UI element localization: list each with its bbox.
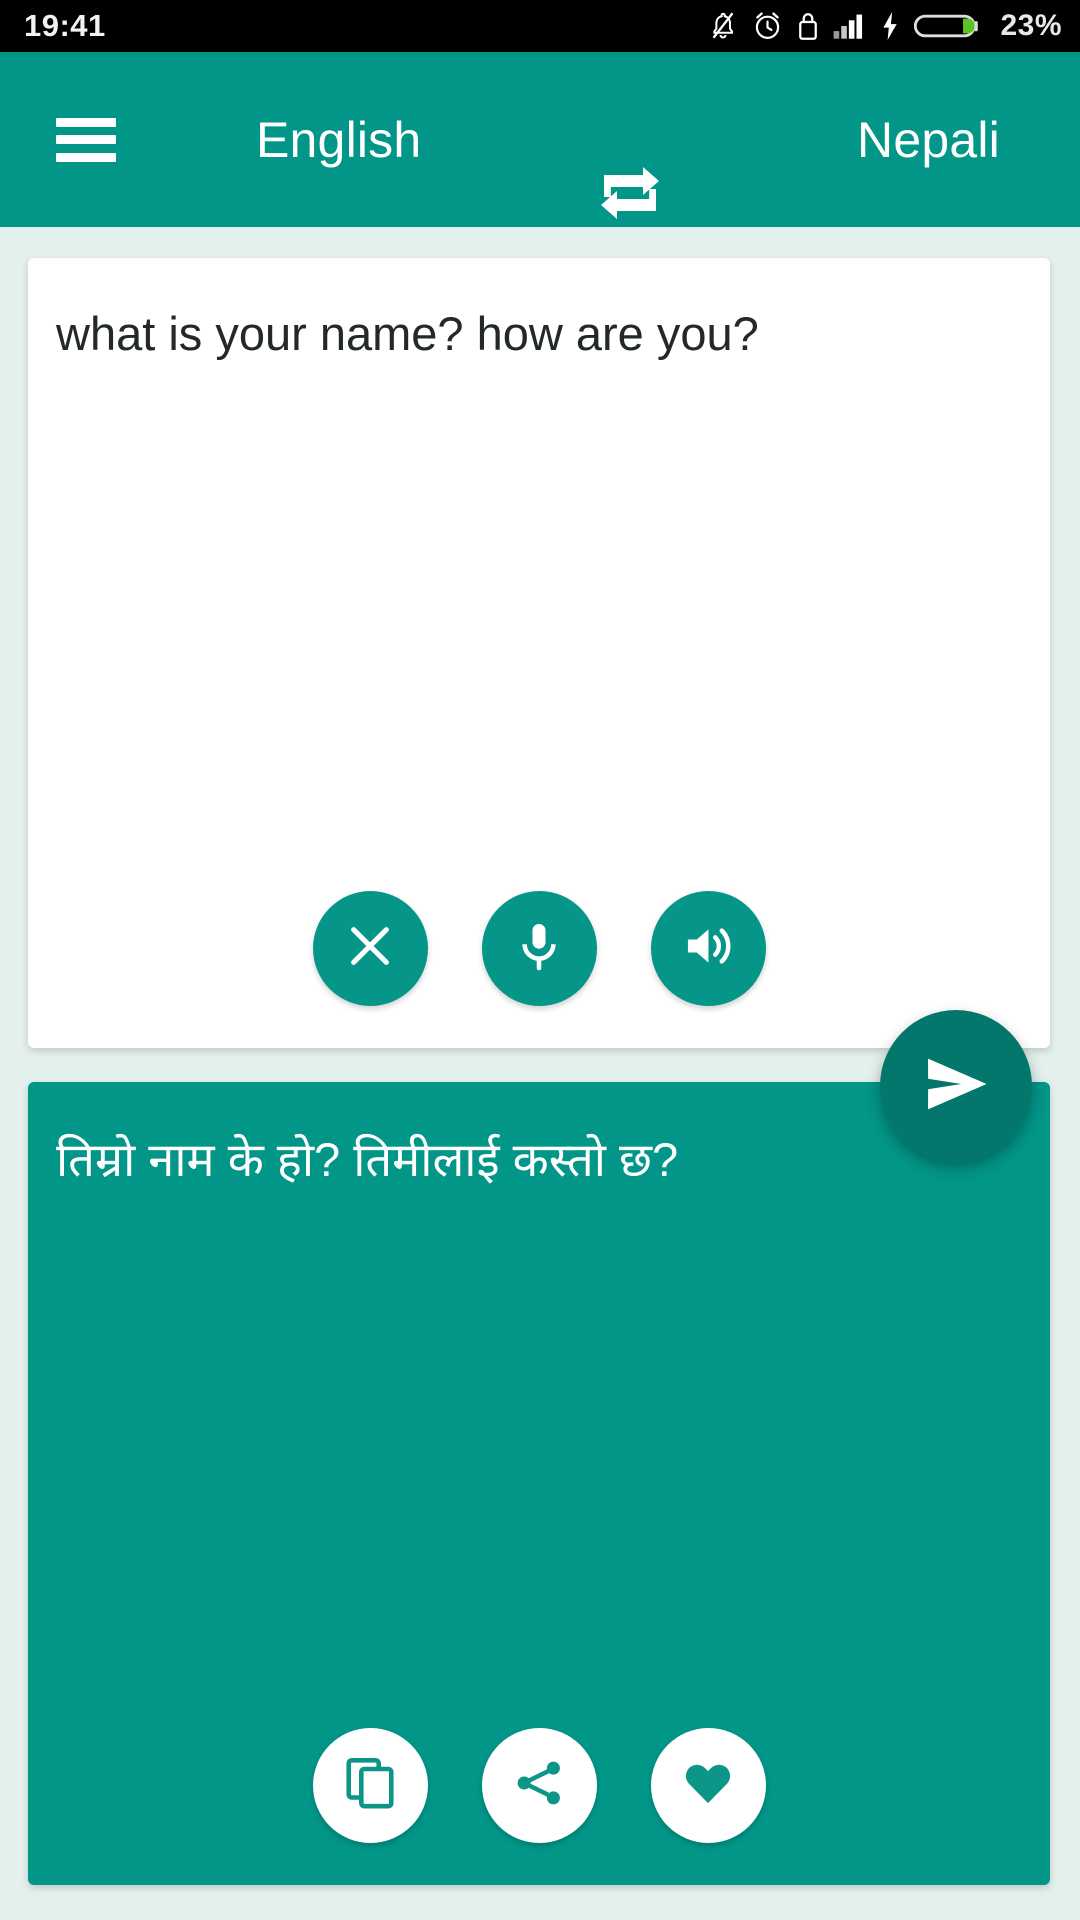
microphone-icon bbox=[512, 919, 566, 978]
share-icon bbox=[512, 1756, 566, 1815]
translated-text: तिम्रो नाम के हो? तिमीलाई कस्तो छ? bbox=[56, 1133, 679, 1186]
charging-bolt-icon bbox=[880, 10, 900, 42]
volume-up-icon bbox=[680, 918, 736, 979]
status-icons: 23% bbox=[708, 9, 1062, 43]
hamburger-bar bbox=[56, 117, 116, 127]
heart-icon bbox=[680, 1755, 736, 1816]
output-card: तिम्रो नाम के हो? तिमीलाई कस्तो छ? bbox=[28, 1082, 1050, 1885]
hamburger-bar bbox=[56, 152, 116, 162]
app-bar: English Nepali bbox=[0, 52, 1080, 227]
output-actions-row bbox=[28, 1728, 1050, 1843]
battery-percent: 23% bbox=[1000, 9, 1062, 42]
mic-button[interactable] bbox=[481, 891, 597, 1006]
hamburger-menu-icon[interactable] bbox=[56, 117, 116, 162]
lock-icon bbox=[797, 10, 819, 42]
close-icon bbox=[342, 918, 398, 979]
share-button[interactable] bbox=[481, 1728, 597, 1843]
swap-languages-icon bbox=[594, 160, 666, 231]
input-actions-row bbox=[28, 891, 1050, 1006]
swap-languages-button[interactable] bbox=[592, 160, 668, 230]
speak-button[interactable] bbox=[650, 891, 766, 1006]
battery-icon bbox=[914, 10, 982, 42]
hamburger-bar bbox=[56, 135, 116, 144]
status-time: 19:41 bbox=[24, 8, 106, 43]
target-language-selector[interactable]: Nepali bbox=[857, 111, 1000, 169]
source-language-selector[interactable]: English bbox=[256, 111, 421, 169]
bell-muted-icon bbox=[708, 10, 738, 42]
favorite-button[interactable] bbox=[650, 1728, 766, 1843]
copy-button[interactable] bbox=[312, 1728, 428, 1843]
send-button[interactable] bbox=[880, 1010, 1032, 1162]
source-text[interactable]: what is your name? how are you? bbox=[56, 304, 1016, 364]
copy-icon bbox=[341, 1754, 399, 1817]
alarm-icon bbox=[752, 10, 783, 42]
input-card: what is your name? how are you? bbox=[28, 258, 1050, 1048]
clear-button[interactable] bbox=[312, 891, 428, 1006]
send-icon bbox=[917, 1045, 995, 1128]
status-bar: 19:41 23% bbox=[0, 0, 1080, 52]
signal-bars-icon bbox=[833, 10, 866, 42]
